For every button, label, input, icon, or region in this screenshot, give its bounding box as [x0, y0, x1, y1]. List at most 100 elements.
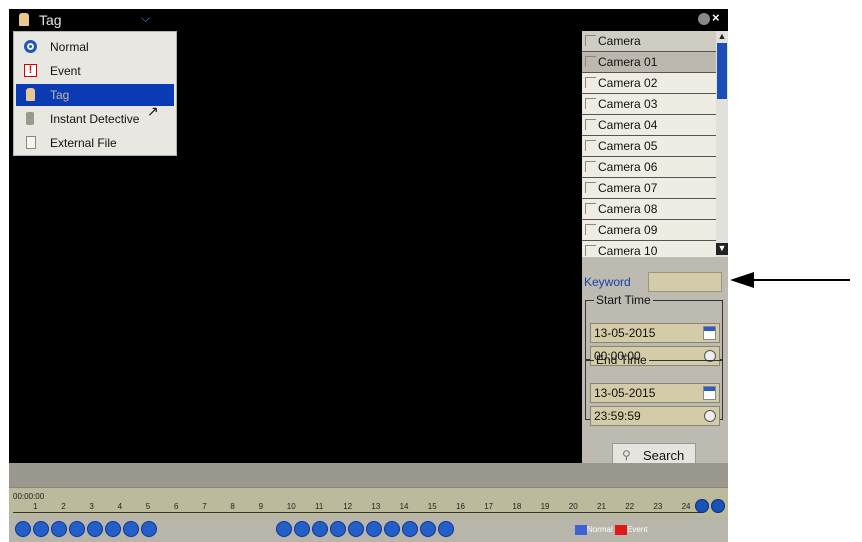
end-time-field[interactable]: 23:59:59 [590, 406, 720, 426]
close-icon[interactable]: × [712, 10, 720, 25]
camera-checkbox[interactable] [585, 161, 596, 172]
end-time-legend: End Time [596, 353, 647, 367]
pause-icon[interactable] [330, 521, 346, 537]
camera-item[interactable]: Camera 01 [582, 52, 716, 73]
playback-window: Tag ⌵ × Normal ! Event Tag Instant Detec… [9, 9, 728, 542]
timeline-tick-label: 15 [427, 502, 437, 511]
camera-checkbox[interactable] [585, 182, 596, 193]
start-date-field[interactable]: 13-05-2015 [590, 323, 720, 343]
camera-item[interactable]: Camera 03 [582, 94, 716, 115]
clock-icon[interactable] [704, 410, 716, 422]
step-back-icon[interactable] [348, 521, 364, 537]
calendar-icon[interactable] [703, 386, 716, 400]
timeline-tick-label: 3 [89, 502, 94, 511]
previous-day-icon[interactable] [420, 521, 436, 537]
timeline-axis [13, 512, 703, 513]
full-screen-icon[interactable] [141, 521, 157, 537]
camera-label: Camera 08 [598, 202, 658, 216]
scroll-up-icon[interactable]: ▲ [716, 31, 728, 43]
camera-checkbox[interactable] [585, 77, 596, 88]
timeline-tick-label: 24 [681, 502, 691, 511]
file-icon [26, 136, 36, 149]
keyword-input[interactable] [648, 272, 722, 292]
digital-zoom-icon[interactable] [87, 521, 103, 537]
camera-item[interactable]: Camera 02 [582, 73, 716, 94]
camera-checkbox[interactable] [585, 203, 596, 214]
timeline-tick-label: 14 [399, 502, 409, 511]
fast-forward-icon[interactable] [402, 521, 418, 537]
tag-icon [19, 13, 29, 26]
search-button[interactable]: ⚲ Search [612, 443, 696, 465]
event-icon: ! [24, 64, 37, 77]
scrollbar-thumb[interactable] [717, 43, 727, 99]
menu-item-label: Tag [50, 88, 70, 102]
search-icon: ⚲ [622, 448, 631, 462]
menu-item-label: External File [50, 136, 117, 150]
camera-list-scrollbar[interactable]: ▲ ▼ [716, 31, 728, 257]
camera-item[interactable]: Camera 06 [582, 157, 716, 178]
clip-icon[interactable] [15, 521, 31, 537]
menu-item-label: Instant Detective [50, 112, 140, 126]
mouse-cursor-icon: ↗ [147, 103, 159, 119]
camera-item[interactable]: Camera 08 [582, 199, 716, 220]
camera-label: Camera 06 [598, 160, 658, 174]
zoom-icon[interactable] [69, 521, 85, 537]
end-time-value: 23:59:59 [594, 409, 641, 423]
lock-icon[interactable] [123, 521, 139, 537]
reverse-play-icon[interactable] [276, 521, 292, 537]
stop-icon[interactable] [294, 521, 310, 537]
cancel-clip-icon[interactable] [33, 521, 49, 537]
timeline-legend: Normal Event [575, 525, 647, 535]
camera-item[interactable]: Camera 07 [582, 178, 716, 199]
play-icon[interactable] [312, 521, 328, 537]
timeline-tick-label: 5 [145, 502, 151, 511]
end-date-field[interactable]: 13-05-2015 [590, 383, 720, 403]
select-all-checkbox[interactable] [585, 35, 596, 46]
camera-item[interactable]: Camera 04 [582, 115, 716, 136]
timeline-tick-label: 7 [202, 502, 207, 511]
camera-checkbox[interactable] [585, 119, 596, 130]
calendar-icon[interactable] [703, 326, 716, 340]
camera-label: Camera 03 [598, 97, 658, 111]
slow-forward-icon[interactable] [384, 521, 400, 537]
camera-label: Camera 05 [598, 139, 658, 153]
timeline-tick-label: 23 [653, 502, 663, 511]
normal-icon [24, 40, 37, 53]
timeline-tick-label: 1 [33, 502, 38, 511]
timeline-tick-label: 21 [597, 502, 606, 511]
chevron-down-icon[interactable]: ⌵ [141, 11, 150, 26]
camera-checkbox[interactable] [585, 245, 596, 256]
camera-checkbox[interactable] [585, 56, 596, 67]
instant-detective-icon [26, 112, 34, 125]
tag-icon [26, 88, 35, 101]
zoom-in-icon[interactable] [695, 499, 709, 513]
camera-checkbox[interactable] [585, 224, 596, 235]
camera-checkbox[interactable] [585, 98, 596, 109]
camera-list-header[interactable]: Camera [582, 31, 716, 52]
timeline-tick-label: 8 [230, 502, 235, 511]
step-forward-icon[interactable] [366, 521, 382, 537]
audio-icon[interactable] [105, 521, 121, 537]
timeline-start-label: 00:00:00 [13, 492, 45, 501]
zoom-out-icon[interactable] [711, 499, 725, 513]
menu-item-external-file[interactable]: External File [16, 132, 174, 154]
normal-legend-swatch [575, 525, 587, 535]
normal-legend-label: Normal [587, 525, 613, 535]
settings-icon[interactable] [698, 13, 710, 25]
title-bar: Tag ⌵ × [9, 9, 728, 31]
mode-selector[interactable]: Tag [39, 12, 62, 28]
scroll-down-icon[interactable]: ▼ [716, 243, 728, 255]
menu-item-event[interactable]: ! Event [16, 60, 174, 82]
camera-checkbox[interactable] [585, 140, 596, 151]
camera-item[interactable]: Camera 09 [582, 220, 716, 241]
menu-item-normal[interactable]: Normal [16, 36, 174, 58]
mode-dropdown-menu: Normal ! Event Tag Instant Detective Ext… [13, 31, 177, 156]
start-time-legend: Start Time [596, 293, 651, 307]
timeline-tick-label: 20 [568, 502, 578, 511]
save-clip-icon[interactable] [51, 521, 67, 537]
timeline-tick-label: 17 [484, 502, 494, 511]
timeline[interactable]: 00:00:00 1 2 3 4 5 6 7 8 9 10 11 12 13 14 15 16 17 18 19 20… [9, 487, 728, 517]
next-day-icon[interactable] [438, 521, 454, 537]
camera-item[interactable]: Camera 10 [582, 241, 716, 257]
camera-item[interactable]: Camera 05 [582, 136, 716, 157]
